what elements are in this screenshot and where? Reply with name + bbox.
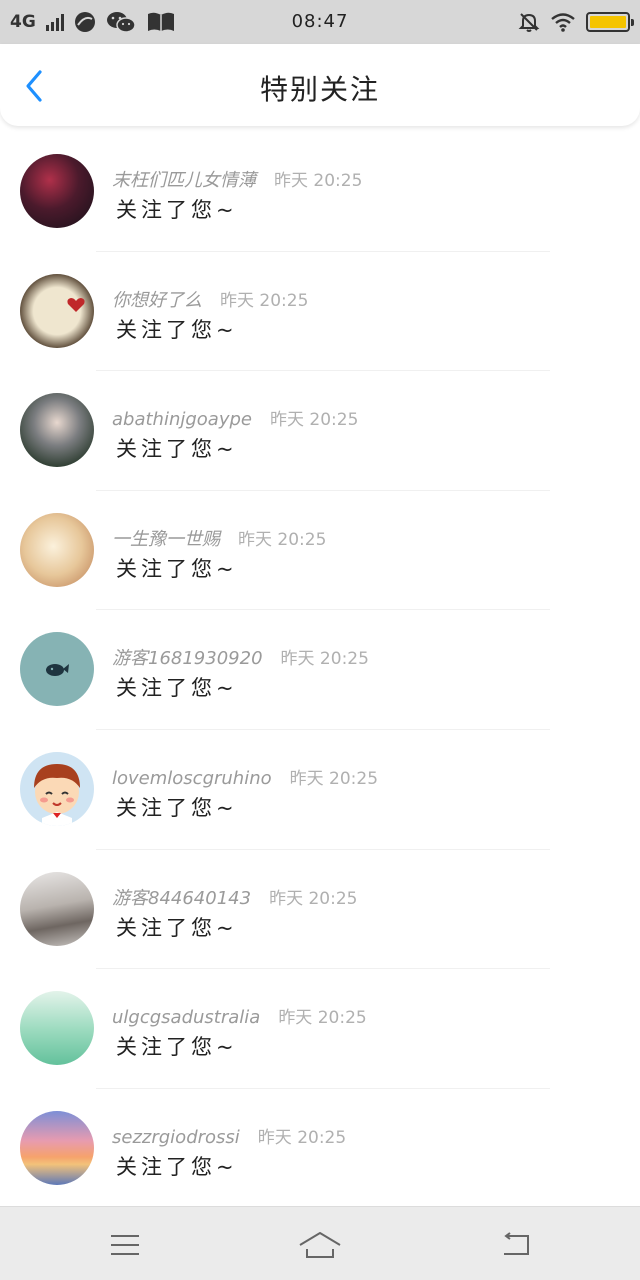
avatar [20,871,94,946]
username: sezzrgiodrossi [112,1126,240,1148]
wifi-icon [551,13,575,32]
follow-list: 末枉们匹儿女情薄 昨天 20:25 关注了您~ 你想好了么 昨天 20:25 关注了… [0,132,640,1208]
avatar [20,632,94,707]
avatar [20,273,94,348]
action-text: 关注了您~ [116,795,238,820]
bottom-navigation [0,1206,640,1280]
timestamp: 昨天 20:25 [274,171,363,191]
timestamp: 昨天 20:25 [289,768,379,789]
return-button[interactable] [490,1229,540,1261]
menu-button[interactable] [100,1229,150,1261]
action-text: 关注了您~ [116,556,238,581]
username: 游客844640143 [112,887,252,909]
timestamp: 昨天 20:25 [220,290,309,311]
menu-icon [111,1235,139,1255]
timestamp: 昨天 20:25 [278,1008,367,1029]
timestamp: 昨天 20:25 [257,1127,347,1148]
avatar [20,512,94,587]
username: 游客1681930920 [112,648,263,670]
action-text: 关注了您~ [116,437,238,462]
timestamp: 昨天 20:25 [280,649,369,670]
battery-icon [586,12,634,32]
whale-icon [46,664,69,677]
action-text: 关注了您~ [116,1154,238,1179]
page-title: 特别关注 [259,73,380,106]
timestamp: 昨天 20:25 [269,410,359,431]
avatar [20,751,94,826]
username: 你想好了么 [112,289,202,311]
username: ulgcgsadustralia [112,1007,261,1029]
list-item[interactable]: abathinjgoaype 昨天 20:25 关注了您~ [0,371,640,491]
return-icon [504,1232,529,1255]
username: lovemloscgruhino [112,767,272,789]
cartoon-boy-icon [34,763,80,826]
avatar [20,154,94,228]
action-text: 关注了您~ [116,1035,238,1060]
list-item[interactable]: sezzrgiodrossi 昨天 20:25 关注了您~ [0,1089,640,1209]
username: abathinjgoaype [112,409,252,431]
avatar [20,393,94,468]
timestamp: 昨天 20:25 [269,888,358,909]
home-icon [299,1232,341,1258]
avatar [20,1110,94,1185]
list-item[interactable]: 末枉们匹儿女情薄 昨天 20:25 关注了您~ [0,132,640,252]
username: 末枉们匹儿女情薄 [112,170,256,191]
heart-icon [67,297,85,312]
list-item[interactable]: 你想好了么 昨天 20:25 关注了您~ [0,252,640,372]
mute-bell-icon [518,13,540,32]
timestamp: 昨天 20:25 [238,529,327,550]
list-item[interactable]: ulgcgsadustralia 昨天 20:25 关注了您~ [0,969,640,1089]
status-right [518,0,634,44]
action-text: 关注了您~ [116,198,238,222]
home-button[interactable] [295,1229,345,1261]
action-text: 关注了您~ [116,317,238,342]
action-text: 关注了您~ [116,915,238,940]
username: 一生豫一世赐 [112,528,220,550]
list-item[interactable]: lovemloscgruhino 昨天 20:25 关注了您~ [0,730,640,850]
top-bar: 特别关注 [0,44,640,126]
list-item[interactable]: 游客844640143 昨天 20:25 关注了您~ [0,850,640,970]
list-item[interactable]: 游客1681930920 昨天 20:25 关注了您~ [0,610,640,730]
avatar [20,991,94,1066]
list-item[interactable]: 一生豫一世赐 昨天 20:25 关注了您~ [0,491,640,611]
status-bar: 4G 08:47 [0,0,640,44]
action-text: 关注了您~ [116,676,238,701]
